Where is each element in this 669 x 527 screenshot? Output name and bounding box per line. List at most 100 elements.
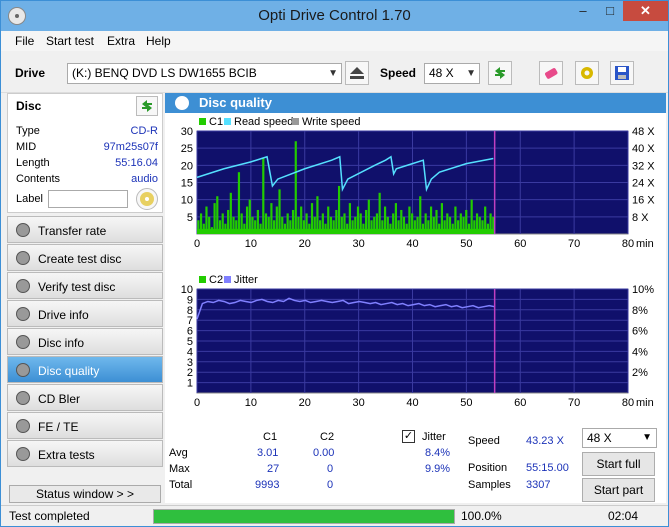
c2-jitter-chart: 0 10 20 30 40 50 60 70 80 min123456789102%4%6%8%1… [181,274,654,409]
cd-icon [140,192,154,206]
x-tick-label: 50 [460,397,472,409]
chevron-down-icon: ▼ [328,68,338,79]
chevron-down-icon: ▼ [642,432,652,443]
nav-item-label: Extra tests [38,448,95,462]
nav-item-create-test-disc[interactable]: Create test disc [7,244,163,271]
disc-icon [16,335,30,349]
disc-quality-panel: Disc quality 0 10 20 30 40 50 60 70 80 min 5 10 15 20… [165,93,666,503]
speed-label: Speed [468,435,500,447]
legend-label-c2: C2 [209,274,223,286]
stats-panel: C1 C2 Avg 3.01 0.00 8.4% Max 27 0 9.9% T… [165,428,666,503]
drive-select[interactable]: (K:) BENQ DVD LS DW1655 BCIB ▼ [67,63,342,84]
disc-row-mid: MID 97m25s07f [16,141,158,155]
close-button[interactable]: ✕ [623,1,668,21]
y-tick-label: 10 [181,195,193,207]
disc-value: CD-R [130,125,159,137]
samples-value: 3307 [526,479,551,491]
progress-percent: 100.0% [461,509,502,523]
menu-help[interactable]: Help [146,34,171,48]
disc-key: Contents [16,173,61,185]
c1-chart: 0 10 20 30 40 50 60 70 80 min 5 10 15 20 25 30 8 X 16 X 24… [181,116,656,250]
x-tick-label: 80 [622,238,634,250]
nav-item-disc-info[interactable]: Disc info [7,328,163,355]
erase-button[interactable] [539,61,563,85]
refresh-icon [495,67,505,79]
position-label: Position [468,462,508,474]
disc-icon [16,391,30,405]
y-tick-label: 3 [187,357,193,369]
eject-button[interactable] [345,61,369,85]
speed-value: 43.23 X [526,435,564,447]
start-part-button[interactable]: Start part [582,478,655,502]
disc-icon [16,223,30,237]
x-tick-label: 20 [299,238,311,250]
nav-item-disc-quality[interactable]: Disc quality [7,356,163,383]
y-right-tick-label: 16 X [632,195,655,207]
sidebar: Disc Type CD-R MID 97m25s07f Length 55:16.0… [7,93,163,503]
jitter-checkbox[interactable]: ✓ [402,430,415,443]
disc-icon [16,279,30,293]
save-icon [615,66,629,80]
x-tick-label: 30 [353,397,365,409]
y-tick-label: 2 [187,367,193,379]
stats-header-c1: C1 [263,431,278,443]
eject-icon [350,67,364,79]
stats-header-c2: C2 [320,431,335,443]
y-tick-label: 30 [181,126,193,138]
y-tick-label: 5 [187,336,193,348]
stats-row-label: Total [169,479,193,491]
panel-header: Disc quality [165,93,666,113]
status-window-button[interactable]: Status window > > [9,485,161,503]
disc-refresh-button[interactable] [136,96,158,116]
nav-item-label: Create test disc [38,252,122,266]
c1-base-fill [197,228,495,234]
refresh-speed-button[interactable] [488,61,512,85]
y-tick-label: 7 [187,315,193,327]
x-tick-label: 50 [460,238,472,250]
progress-fill [154,510,454,523]
x-tick-label: 0 [194,238,200,250]
menu-bar: File Start test Extra Help [1,31,668,51]
nav-item-extra-tests[interactable]: Extra tests [7,440,163,467]
y-right-tick-label: 40 X [632,143,655,155]
y-tick-label: 5 [187,212,193,224]
nav-item-verify-test-disc[interactable]: Verify test disc [7,272,163,299]
disc-key: Type [16,125,40,137]
save-button[interactable] [610,61,634,85]
maximize-button[interactable]: □ [597,1,623,21]
label-input[interactable] [48,190,128,208]
y-tick-label: 20 [181,160,193,172]
nav-item-transfer-rate[interactable]: Transfer rate [7,216,163,243]
nav-item-fe-te[interactable]: FE / TE [7,412,163,439]
nav-item-drive-info[interactable]: Drive info [7,300,163,327]
start-full-button[interactable]: Start full [582,452,655,476]
x-tick-label: 70 [568,238,580,250]
label-disc-button[interactable] [136,188,158,210]
legend-swatch-read [224,118,231,125]
x-tick-label: 40 [406,397,418,409]
x-tick-label: 10 [245,397,257,409]
menu-start-test[interactable]: Start test [46,34,94,48]
disc-key: Length [16,157,50,169]
y-tick-label: 1 [187,378,193,390]
speed-dropdown-value: 48 X [587,431,612,445]
legend-swatch-c1 [199,118,206,125]
x-unit-label: min [636,238,654,250]
y-tick-label: 25 [181,143,193,155]
y-tick-label: 6 [187,326,193,338]
nav-item-label: Disc quality [38,364,100,378]
nav-item-label: CD Bler [38,392,81,406]
legend-swatch-c2 [199,276,206,283]
nav-item-cd-bler[interactable]: CD Bler [7,384,163,411]
panel-title: Disc quality [199,95,272,110]
speed-select[interactable]: 48 X ▼ [424,63,480,84]
eraser-icon [545,68,558,79]
settings-button[interactable] [575,61,599,85]
legend-label-c1: C1 [209,116,223,128]
nav-item-label: Transfer rate [38,224,107,238]
menu-file[interactable]: File [15,34,34,48]
menu-extra[interactable]: Extra [107,34,135,48]
speed-dropdown[interactable]: 48 X ▼ [582,428,657,448]
minimize-button[interactable]: – [570,1,596,21]
y-tick-label: 8 [187,305,193,317]
